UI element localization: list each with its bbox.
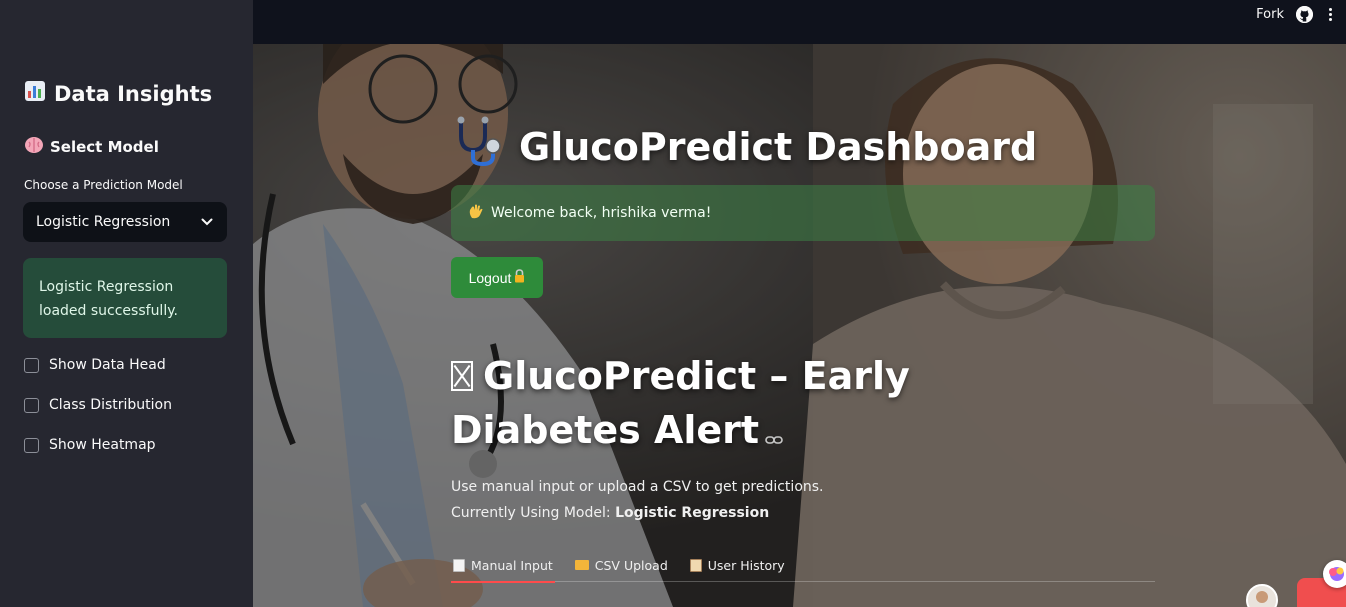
- lock-icon: [514, 269, 525, 286]
- top-actions: Fork: [1256, 0, 1336, 28]
- waving-hand-icon: [467, 202, 485, 224]
- tab-label: User History: [707, 557, 785, 573]
- missing-glyph-icon: [451, 361, 473, 391]
- model-loaded-alert: Logistic Regression loaded successfully.: [23, 258, 227, 338]
- fork-button[interactable]: Fork: [1256, 7, 1284, 22]
- tab-label: Manual Input: [471, 557, 553, 573]
- current-model-name: Logistic Regression: [615, 505, 770, 521]
- app-title: GlucoPredict – Early Diabetes Alert: [451, 349, 1091, 460]
- tab-user-history[interactable]: User History: [688, 548, 787, 582]
- memo-icon: [453, 558, 465, 572]
- bar-chart-icon: [24, 80, 46, 107]
- logout-button[interactable]: Logout: [451, 257, 543, 298]
- tab-bar: Manual Input CSV Upload User History: [451, 548, 1155, 583]
- tab-csv-upload[interactable]: CSV Upload: [573, 548, 670, 582]
- sidebar-title-text: Data Insights: [54, 81, 213, 106]
- brain-icon: [24, 136, 44, 158]
- checkbox-box[interactable]: [24, 357, 39, 373]
- app-badge-icon[interactable]: [1323, 560, 1346, 588]
- scroll-icon: [689, 558, 702, 572]
- link-icon[interactable]: [765, 406, 783, 460]
- intro-text: Use manual input or upload a CSV to get …: [451, 479, 824, 495]
- sidebar-title: Data Insights: [24, 80, 212, 107]
- sidebar: Data Insights Select Model Choose a Pred…: [0, 0, 253, 607]
- checkbox-box[interactable]: [24, 437, 39, 453]
- checkbox-box[interactable]: [24, 397, 39, 413]
- github-icon[interactable]: [1296, 5, 1313, 23]
- logout-label: Logout: [468, 269, 512, 286]
- dashboard-title: GlucoPredict Dashboard: [451, 116, 1037, 177]
- class-distribution-checkbox[interactable]: Class Distribution: [24, 397, 172, 413]
- show-data-head-checkbox[interactable]: Show Data Head: [24, 357, 166, 373]
- model-loaded-text: Logistic Regression loaded successfully.: [39, 279, 178, 319]
- folder-icon: [574, 560, 589, 570]
- current-model-prefix: Currently Using Model:: [451, 505, 616, 521]
- show-heatmap-checkbox[interactable]: Show Heatmap: [24, 437, 156, 453]
- welcome-text: Welcome back, hrishika verma!: [491, 205, 712, 221]
- intro-block: Use manual input or upload a CSV to get …: [451, 474, 824, 526]
- model-select-value: Logistic Regression: [36, 214, 171, 230]
- dashboard-title-text: GlucoPredict Dashboard: [519, 124, 1038, 169]
- main-content: GlucoPredict Dashboard Welcome back, hri…: [253, 44, 1346, 607]
- top-bar: Fork: [253, 0, 1346, 44]
- checkbox-label: Show Data Head: [49, 357, 166, 373]
- chevron-down-icon: [201, 216, 213, 228]
- model-select[interactable]: Logistic Regression: [23, 202, 227, 242]
- tab-manual-input[interactable]: Manual Input: [451, 548, 555, 583]
- checkbox-label: Class Distribution: [49, 397, 172, 413]
- kebab-menu-icon[interactable]: [1325, 7, 1336, 21]
- app-title-text: GlucoPredict – Early Diabetes Alert: [451, 354, 910, 452]
- stethoscope-icon: [451, 116, 505, 177]
- tab-label: CSV Upload: [594, 557, 668, 573]
- select-model-label: Select Model: [50, 138, 159, 156]
- checkbox-label: Show Heatmap: [49, 437, 156, 453]
- select-model-heading: Select Model: [24, 136, 159, 158]
- welcome-alert: Welcome back, hrishika verma!: [451, 185, 1155, 241]
- current-model-line: Currently Using Model: Logistic Regressi…: [451, 500, 824, 526]
- choose-model-label: Choose a Prediction Model: [24, 178, 183, 192]
